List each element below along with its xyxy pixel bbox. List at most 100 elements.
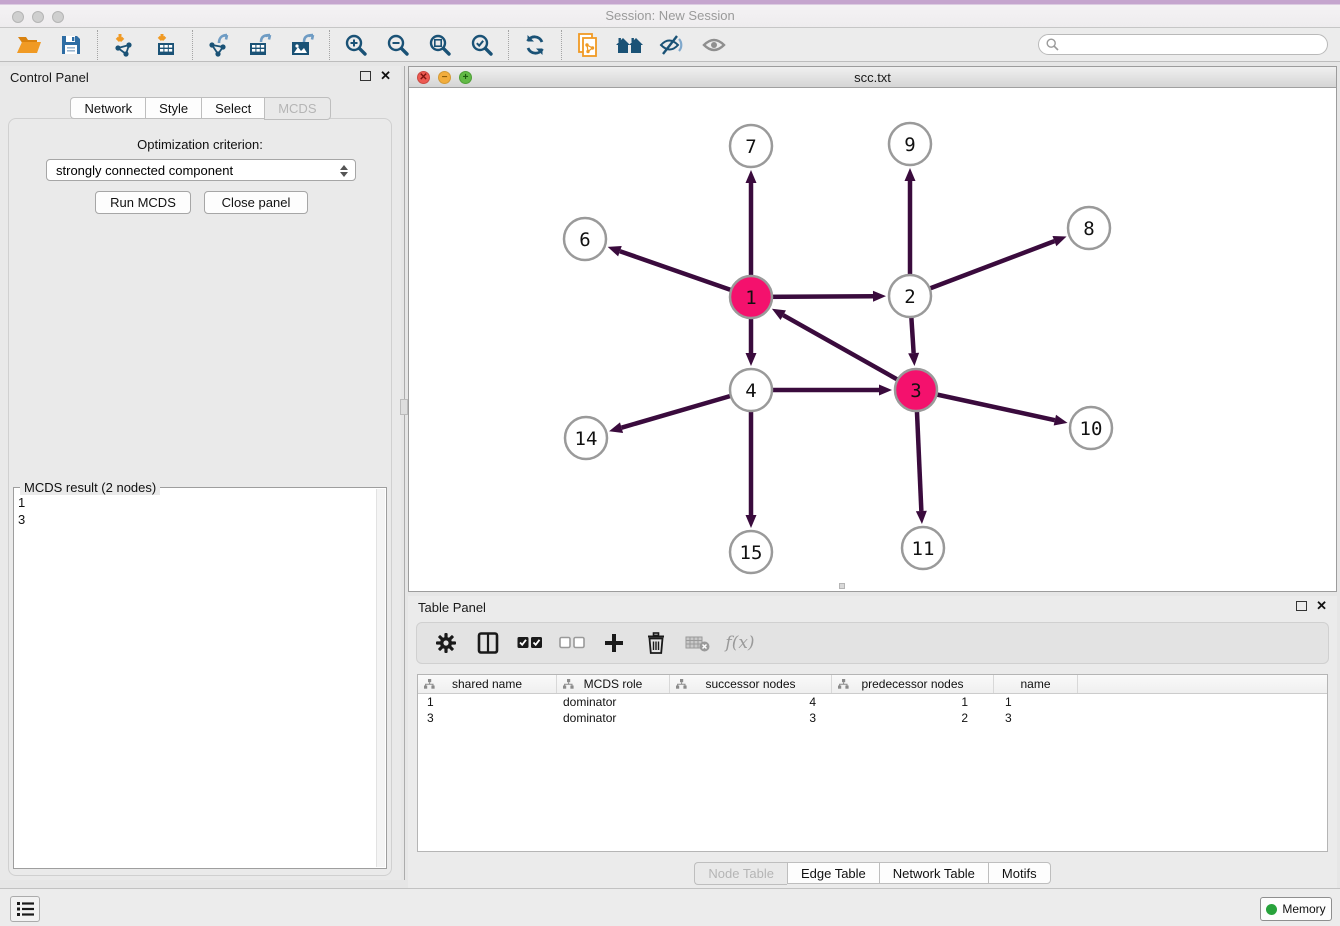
graph-node-15[interactable]: 15 — [730, 531, 772, 573]
graph-node-7[interactable]: 7 — [730, 125, 772, 167]
graph-node-11[interactable]: 11 — [902, 527, 944, 569]
float-table-panel-icon[interactable] — [1296, 601, 1307, 611]
arrowhead-icon — [879, 385, 892, 396]
open-session-icon[interactable] — [8, 30, 50, 60]
result-scrollbar[interactable] — [376, 489, 385, 867]
control-panel: Control Panel ✕ NetworkStyleSelectMCDS O… — [0, 66, 401, 880]
list-icon — [17, 902, 34, 916]
tab-mcds[interactable]: MCDS — [264, 97, 330, 120]
zoom-fit-icon[interactable] — [419, 30, 461, 60]
edge-2-8[interactable] — [910, 241, 1054, 296]
toolbar-separator — [97, 30, 98, 60]
memory-button[interactable]: Memory — [1260, 897, 1332, 921]
network-graph-canvas[interactable]: 7 9 6 8 1 2 4 3 14 10 15 11 — [409, 88, 1336, 591]
graph-node-6[interactable]: 6 — [564, 218, 606, 260]
export-network-icon[interactable] — [198, 30, 240, 60]
search-input[interactable] — [1038, 34, 1328, 55]
table-panel-title: Table Panel — [418, 600, 486, 615]
arrowhead-icon — [905, 168, 916, 181]
import-table-icon[interactable] — [145, 30, 187, 60]
tab-edge-table[interactable]: Edge Table — [787, 862, 879, 884]
tab-select[interactable]: Select — [201, 97, 264, 119]
zoom-selected-icon[interactable] — [461, 30, 503, 60]
column-header-shared-name[interactable]: shared name — [418, 675, 557, 693]
main-toolbar — [0, 28, 1340, 62]
column-header-successor-nodes[interactable]: successor nodes — [670, 675, 832, 693]
table-row[interactable]: 1dominator411 — [418, 694, 1327, 710]
tree-icon — [838, 679, 849, 689]
search-text-field[interactable] — [1064, 38, 1327, 52]
arrowhead-icon — [746, 170, 757, 183]
graph-node-3[interactable]: 3 — [895, 369, 937, 411]
node-label: 8 — [1083, 218, 1094, 240]
tab-style[interactable]: Style — [145, 97, 201, 119]
table-cell[interactable]: 1 — [994, 695, 1078, 709]
add-column-icon[interactable] — [601, 630, 627, 656]
app-title: Session: New Session — [0, 8, 1340, 23]
graph-node-1[interactable]: 1 — [730, 276, 772, 318]
arrowhead-icon — [916, 511, 927, 524]
table-row[interactable]: 3dominator323 — [418, 710, 1327, 726]
table-cell[interactable]: 1 — [418, 695, 557, 709]
zoom-in-icon[interactable] — [335, 30, 377, 60]
toggle-column-view-icon[interactable] — [475, 630, 501, 656]
select-all-icon[interactable] — [517, 630, 543, 656]
table-cell[interactable]: dominator — [557, 711, 670, 725]
arrowhead-icon — [608, 246, 622, 256]
tab-node-table[interactable]: Node Table — [694, 862, 787, 885]
float-panel-icon[interactable] — [360, 71, 371, 81]
table-cell[interactable]: 1 — [832, 695, 994, 709]
graph-node-9[interactable]: 9 — [889, 123, 931, 165]
tab-motifs[interactable]: Motifs — [988, 862, 1051, 884]
node-label: 11 — [912, 538, 935, 560]
settings-gear-icon[interactable] — [433, 630, 459, 656]
close-table-panel-icon[interactable]: ✕ — [1316, 601, 1327, 611]
graph-node-10[interactable]: 10 — [1070, 407, 1112, 449]
node-label: 3 — [910, 380, 921, 402]
node-table[interactable]: shared nameMCDS rolesuccessor nodesprede… — [417, 674, 1328, 852]
edge-3-1[interactable] — [783, 315, 916, 390]
function-builder-icon: f(x) — [727, 630, 753, 656]
table-cell[interactable]: 3 — [670, 711, 832, 725]
graph-node-2[interactable]: 2 — [889, 275, 931, 317]
export-image-icon[interactable] — [282, 30, 324, 60]
column-header-name[interactable]: name — [994, 675, 1078, 693]
graph-node-8[interactable]: 8 — [1068, 207, 1110, 249]
show-eye-icon[interactable] — [693, 30, 735, 60]
mcds-result-text[interactable]: 1 3 — [18, 494, 374, 864]
network-window-titlebar[interactable]: ✕ − + scc.txt — [409, 67, 1336, 88]
table-cell[interactable]: dominator — [557, 695, 670, 709]
tab-network-table[interactable]: Network Table — [879, 862, 988, 884]
node-label: 1 — [745, 287, 756, 309]
clone-network-icon[interactable] — [567, 30, 609, 60]
close-panel-button[interactable]: Close panel — [204, 191, 308, 214]
splitter-handle[interactable] — [400, 399, 408, 415]
task-history-button[interactable] — [10, 896, 40, 922]
import-network-icon[interactable] — [103, 30, 145, 60]
refresh-icon[interactable] — [514, 30, 556, 60]
table-cell[interactable]: 3 — [994, 711, 1078, 725]
close-panel-icon[interactable]: ✕ — [380, 71, 391, 81]
export-table-icon[interactable] — [240, 30, 282, 60]
table-cell[interactable]: 3 — [418, 711, 557, 725]
deselect-all-icon[interactable] — [559, 630, 585, 656]
graph-node-14[interactable]: 14 — [565, 417, 607, 459]
canvas-resize-handle[interactable] — [839, 583, 845, 589]
panel-splitter[interactable] — [404, 66, 405, 880]
tab-network[interactable]: Network — [70, 97, 145, 119]
graph-node-4[interactable]: 4 — [730, 369, 772, 411]
zoom-out-icon[interactable] — [377, 30, 419, 60]
save-session-icon[interactable] — [50, 30, 92, 60]
network-file-title: scc.txt — [409, 70, 1336, 85]
column-header-predecessor-nodes[interactable]: predecessor nodes — [832, 675, 994, 693]
run-mcds-button[interactable]: Run MCDS — [95, 191, 191, 214]
column-header-MCDS-role[interactable]: MCDS role — [557, 675, 670, 693]
home-icon[interactable] — [609, 30, 651, 60]
node-table-header: shared nameMCDS rolesuccessor nodesprede… — [418, 675, 1327, 694]
criterion-select[interactable]: strongly connected component — [46, 159, 356, 181]
table-cell[interactable]: 2 — [832, 711, 994, 725]
delete-column-icon[interactable] — [643, 630, 669, 656]
hide-panels-icon[interactable] — [651, 30, 693, 60]
table-cell[interactable]: 4 — [670, 695, 832, 709]
memory-status-icon — [1266, 904, 1277, 915]
